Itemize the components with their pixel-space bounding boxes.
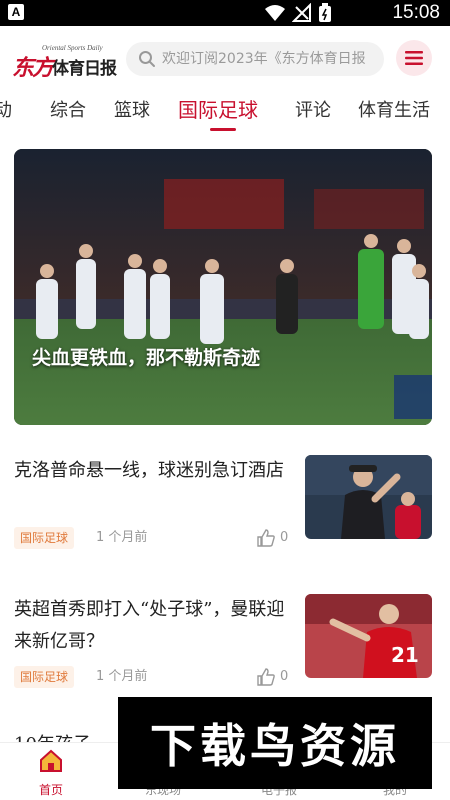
status-bar: A 15:08 (0, 0, 450, 26)
thumbs-up-icon (257, 529, 275, 547)
tab-commentary[interactable]: 评论 (295, 96, 331, 122)
tab-basketball[interactable]: 篮球 (114, 96, 150, 122)
like-button[interactable]: 0 (256, 527, 288, 549)
article-title: 克洛普命悬一线，球迷别急订酒店 (14, 460, 284, 481)
hero-banner[interactable]: 尖血更铁血，那不勒斯奇迹 (14, 149, 432, 425)
category-tag: 国际足球 (14, 527, 75, 549)
top-header: Oriental Sports Daily 东方 体育日报 欢迎订阅2023年《… (0, 26, 450, 90)
active-tab-indicator (210, 128, 236, 131)
search-bar[interactable]: 欢迎订阅2023年《东方体育日报 (126, 42, 384, 76)
tab-general[interactable]: 综合 (50, 96, 86, 122)
battery-icon (319, 3, 331, 22)
like-button[interactable]: 0 (256, 666, 288, 688)
notification-icon: A (8, 4, 24, 20)
hero-title: 尖血更铁血，那不勒斯奇迹 (32, 347, 261, 369)
wifi-icon (265, 5, 285, 21)
like-count: 0 (280, 530, 289, 545)
nav-home[interactable]: 首页 (6, 743, 96, 800)
hero-image (14, 149, 432, 425)
watermark-overlay: 下载鸟资源 (118, 697, 432, 789)
thumbs-up-icon (257, 668, 275, 686)
status-icons (264, 3, 332, 23)
category-tabs: 动 综合 篮球 国际足球 评论 体育生活 (0, 90, 450, 136)
tab-partial[interactable]: 动 (0, 96, 12, 122)
svg-text:21: 21 (391, 643, 419, 667)
article-time: 1 个月前 (96, 530, 148, 545)
app-logo[interactable]: Oriental Sports Daily 东方 体育日报 (12, 38, 117, 81)
article-thumbnail (305, 455, 432, 539)
article-time: 1 个月前 (96, 669, 148, 684)
signal-icon (292, 3, 311, 22)
home-icon (40, 749, 62, 772)
hamburger-icon (405, 51, 423, 65)
search-input[interactable]: 欢迎订阅2023年《东方体育日报 (162, 42, 376, 76)
article-thumbnail: 21 (305, 594, 432, 678)
category-tag: 国际足球 (14, 666, 75, 688)
tab-international-football[interactable]: 国际足球 (178, 94, 258, 123)
article-item[interactable]: 克洛普命悬一线，球迷别急订酒店 国际足球 1 个月前 0 (0, 455, 450, 595)
logo-mark: 东方 (12, 55, 54, 81)
logo-text: 体育日报 (52, 59, 117, 79)
like-count: 0 (280, 669, 289, 684)
tab-sports-life[interactable]: 体育生活 (358, 96, 430, 122)
article-title: 英超首秀即打入“处子球”，曼联迎来新亿哥？ (14, 599, 285, 652)
nav-label: 首页 (38, 783, 63, 797)
menu-button[interactable] (396, 40, 432, 76)
status-time: 15:08 (392, 2, 440, 23)
search-icon (139, 51, 155, 67)
